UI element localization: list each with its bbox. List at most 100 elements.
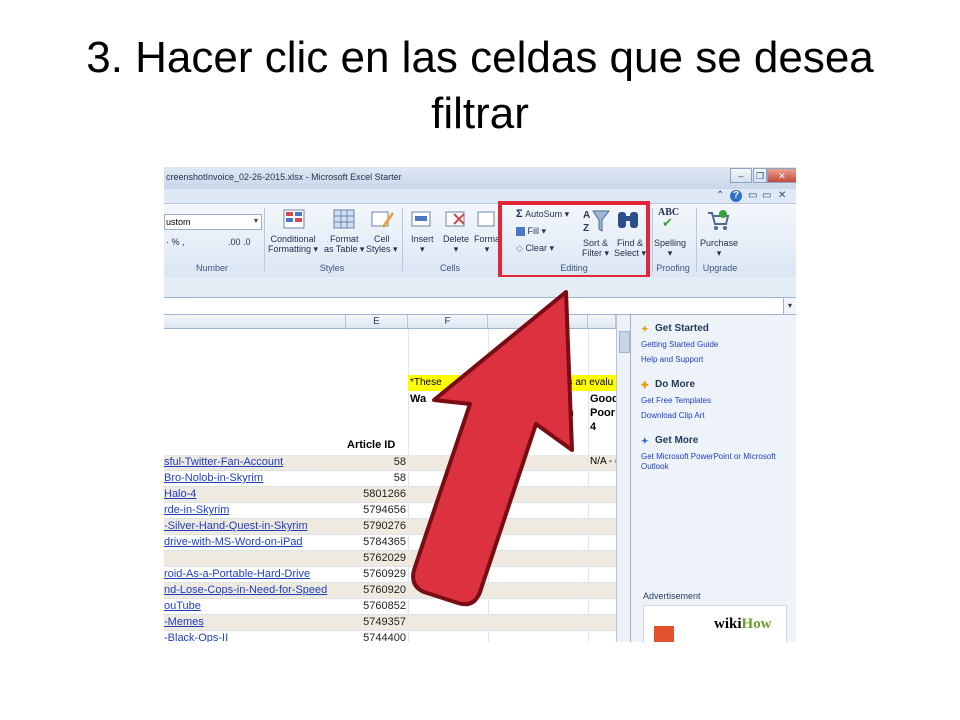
insert-button[interactable]: Insert ▾ [411,234,434,254]
format-table-label-2: as Table ▾ [324,244,365,254]
article-id-cell[interactable]: 5760852 [344,600,406,612]
article-id-cell[interactable]: 5762029 [344,552,406,564]
article-id-cell[interactable]: 5784365 [344,536,406,548]
chevron-down-icon[interactable]: ▼ [251,215,261,229]
article-id-cell[interactable]: 5760929 [344,568,406,580]
plus-icon: ✚ [641,380,649,390]
table-row[interactable]: -Black-Ops-II 5744400 [164,631,616,642]
getting-started-guide-link[interactable]: Getting Started Guide [641,340,718,350]
column-header-g[interactable] [488,315,588,329]
decimal-buttons[interactable]: .00 .0 [228,237,251,247]
number-group-label: Number [195,263,228,273]
article-link[interactable]: -Memes [164,616,204,628]
doc-minimize-icon[interactable]: ▭ [748,190,757,201]
yellow-note-row[interactable]: *These as an evalu [408,375,618,391]
table-row[interactable]: sful-Twitter-Fan-Account 58 [164,455,616,471]
title-bar: creenshotInvoice_02-26-2015.xlsx - Micro… [164,167,796,189]
spelling-button[interactable]: Spelling ▾ [654,238,686,258]
article-id-cell[interactable]: 5744400 [344,632,406,642]
article-id-cell[interactable]: 58 [344,456,406,468]
group-separator [264,208,265,272]
article-link[interactable]: rde-in-Skyrim [164,504,229,516]
formula-bar[interactable]: ▾ [164,297,796,315]
conditional-formatting-label-1: Conditional [270,234,316,244]
table-row[interactable]: ouTube 5760852 [164,599,616,615]
table-row[interactable]: Halo-4 5801266 [164,487,616,503]
table-row[interactable]: roid-As-a-Portable-Hard-Drive 5760929 [164,567,616,583]
doc-restore-icon[interactable]: ▭ [762,190,771,201]
column-header-f[interactable]: F [408,315,488,329]
article-link[interactable]: sful-Twitter-Fan-Account [164,456,283,468]
article-link[interactable]: Bro-Nolob-in-Skyrim [164,472,263,484]
conditional-formatting-label-2: Formatting ▾ [268,244,319,254]
table-row[interactable]: -Silver-Hand-Quest-in-Skyrim 5790276 [164,519,616,535]
format-table-label-1: Format [329,234,359,244]
ribbon-bottom-band [164,277,796,297]
format-icon [477,211,495,227]
column-header-h[interactable] [588,315,616,329]
article-link[interactable]: Halo-4 [164,488,196,500]
format-button[interactable]: Forma ▾ [474,234,500,254]
article-id-cell[interactable]: 5749357 [344,616,406,628]
column-header-d[interactable] [164,315,346,329]
help-icon[interactable]: ? [730,190,742,202]
table-row[interactable]: rde-in-Skyrim 5794656 [164,503,616,519]
article-link[interactable]: roid-As-a-Portable-Hard-Drive [164,568,310,580]
table-row[interactable]: drive-with-MS-Word-on-iPad 5784365 [164,535,616,551]
article-link[interactable]: ouTube [164,600,201,612]
format-as-table-button[interactable]: Format as Table ▾ [324,234,364,254]
table-row[interactable]: Bro-Nolob-in-Skyrim 58 [164,471,616,487]
close-button[interactable]: ✕ [767,168,796,183]
article-id-cell[interactable]: 58 [344,472,406,484]
article-link[interactable]: nd-Lose-Cops-in-Need-for-Speed [164,584,327,596]
minimize-button[interactable]: – [730,168,752,183]
table-row[interactable]: nd-Lose-Cops-in-Need-for-Speed 5760920 [164,583,616,599]
get-more-heading: ✦ Get More [641,435,698,446]
advertisement-box[interactable]: wikiHow [643,605,787,642]
clip-art-link[interactable]: Download Clip Art [641,411,705,421]
group-separator [402,208,403,272]
article-link[interactable]: -Black-Ops-II [164,632,228,642]
do-more-heading: ✚ Do More [641,379,695,390]
header-wa: Wa [410,393,427,405]
yellow-note-left: *These [410,377,442,388]
table-row[interactable]: -Memes 5749357 [164,615,616,631]
number-format-combo[interactable]: ustom ▼ [164,214,262,230]
header-y: y [566,393,573,405]
scrollbar-thumb[interactable] [619,331,630,353]
purchase-button[interactable]: Purchase ▾ [700,238,738,258]
article-link[interactable]: drive-with-MS-Word-on-iPad [164,536,303,548]
cell-styles-label-1: Cell [374,234,390,244]
table-row[interactable]: 5762029 [164,551,616,567]
help-support-link[interactable]: Help and Support [641,355,703,365]
task-pane: ✦ Get Started Getting Started Guide Help… [630,315,796,642]
cell-styles-button[interactable]: Cell Styles ▾ [366,234,398,254]
column-header-e[interactable]: E [346,315,408,329]
slide-title-line1: 3. Hacer clic en las celdas que se desea [86,33,874,82]
na-cell[interactable]: N/A - ( [590,456,618,467]
doc-close-icon[interactable]: ✕ [778,190,786,201]
article-id-header: Article ID [347,439,396,451]
article-link[interactable]: -Silver-Hand-Quest-in-Skyrim [164,520,308,532]
cell-styles-icon [371,211,394,228]
conditional-formatting-button[interactable]: Conditional Formatting ▾ [268,234,318,254]
slide-title-line2: filtrar [431,89,529,138]
worksheet-grid[interactable]: E F *These as an evalu Wa y m Good Poor … [164,315,619,642]
ribbon-minimize-icon[interactable]: ⌃ [716,190,724,201]
delete-button[interactable]: Delete ▾ [443,234,469,254]
article-id-cell[interactable]: 5801266 [344,488,406,500]
chevron-down-icon[interactable]: ▾ [783,298,796,314]
format-label: Forma [474,234,501,244]
article-id-cell[interactable]: 5794656 [344,504,406,516]
wikihow-wiki: wiki [714,616,742,632]
get-office-link[interactable]: Get Microsoft PowerPoint or Microsoft Ou… [641,452,776,472]
article-id-cell[interactable]: 5760920 [344,584,406,596]
delete-icon [445,211,465,227]
article-id-cell[interactable]: 5790276 [344,520,406,532]
vertical-scrollbar[interactable] [616,315,631,642]
free-templates-link[interactable]: Get Free Templates [641,396,711,406]
number-symbols[interactable]: · % , [166,237,185,247]
header-good: Good [590,393,619,405]
restore-button[interactable]: ❐ [753,168,767,183]
do-more-label: Do More [655,379,695,390]
